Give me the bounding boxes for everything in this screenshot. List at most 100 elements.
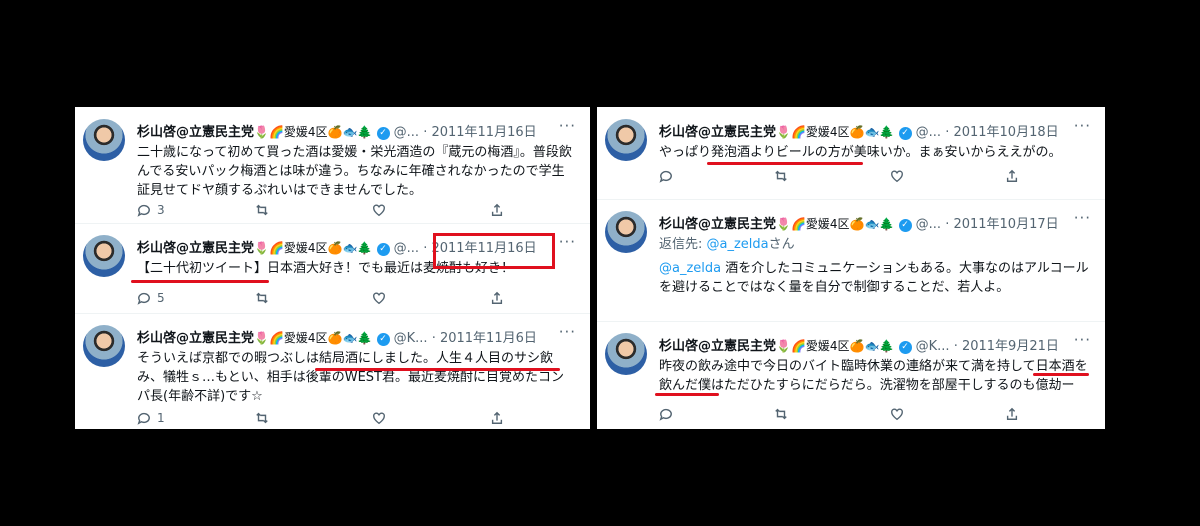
avatar[interactable]	[83, 235, 125, 277]
highlight-underline	[1033, 373, 1089, 376]
reply-to-link[interactable]: @a_zelda	[707, 237, 769, 252]
name-emojis: 🌷🌈愛媛4区🍊🐟🌲	[776, 125, 895, 139]
display-name[interactable]: 杉山啓@立憲民主党	[137, 331, 254, 346]
like-button[interactable]	[890, 407, 930, 421]
more-options-icon[interactable]: ···	[1074, 331, 1091, 349]
name-emojis: 🌷🌈愛媛4区🍊🐟🌲	[254, 331, 373, 345]
share-button[interactable]	[490, 203, 530, 217]
highlight-underline	[655, 393, 719, 396]
reply-suffix: さん	[768, 237, 795, 252]
tweet-text-container: @a_zelda 酒を介したコミュニケーションもある。大事なのはアルコールを避け…	[659, 259, 1091, 297]
more-options-icon[interactable]: ···	[559, 323, 576, 341]
share-icon	[491, 203, 503, 216]
display-name[interactable]: 杉山啓@立憲民主党	[137, 125, 254, 140]
retweet-icon	[255, 292, 268, 304]
verified-badge-icon: ✓	[898, 127, 912, 140]
avatar[interactable]	[83, 325, 125, 367]
user-handle[interactable]: @K...	[916, 339, 950, 354]
tweet-card[interactable]: 杉山啓@立憲民主党🌷🌈愛媛4区🍊🐟🌲 ✓ @K... · 2011年9月21日 …	[597, 321, 1105, 429]
tweet-card[interactable]: 杉山啓@立憲民主党🌷🌈愛媛4区🍊🐟🌲 ✓ @... · 2011年11月16日 …	[75, 223, 590, 314]
tweet-card[interactable]: 杉山啓@立憲民主党🌷🌈愛媛4区🍊🐟🌲 ✓ @... · 2011年10月17日 …	[597, 199, 1105, 322]
tweet-header: 杉山啓@立憲民主党🌷🌈愛媛4区🍊🐟🌲 ✓ @... · 2011年10月17日	[659, 213, 1059, 232]
retweet-button[interactable]	[774, 169, 814, 183]
tweet-card[interactable]: 杉山啓@立憲民主党🌷🌈愛媛4区🍊🐟🌲 ✓ @... · 2011年10月18日 …	[597, 107, 1105, 200]
retweet-button[interactable]	[255, 411, 295, 425]
mention-link[interactable]: @a_zelda	[659, 261, 721, 276]
retweet-button[interactable]	[774, 407, 814, 421]
more-options-icon[interactable]: ···	[1074, 209, 1091, 227]
reply-button[interactable]: 3	[137, 203, 177, 217]
like-button[interactable]	[890, 169, 930, 183]
avatar[interactable]	[83, 119, 125, 161]
reply-count: 5	[157, 291, 165, 305]
more-options-icon[interactable]: ···	[1074, 117, 1091, 135]
display-name[interactable]: 杉山啓@立憲民主党	[659, 125, 776, 140]
tweet-panel-right: 杉山啓@立憲民主党🌷🌈愛媛4区🍊🐟🌲 ✓ @... · 2011年10月18日 …	[597, 107, 1105, 429]
reply-button[interactable]	[659, 169, 699, 183]
tweet-card[interactable]: 杉山啓@立憲民主党🌷🌈愛媛4区🍊🐟🌲 ✓ @... · 2011年11月16日 …	[75, 107, 590, 224]
share-button[interactable]	[490, 411, 530, 425]
like-button[interactable]	[372, 411, 412, 425]
user-handle[interactable]: @K...	[394, 331, 428, 346]
tweet-card[interactable]: 杉山啓@立憲民主党🌷🌈愛媛4区🍊🐟🌲 ✓ @K... · 2011年11月6日 …	[75, 313, 590, 429]
tweet-header: 杉山啓@立憲民主党🌷🌈愛媛4区🍊🐟🌲 ✓ @K... · 2011年9月21日	[659, 335, 1059, 354]
verified-badge-icon: ✓	[898, 219, 912, 232]
tweet-date[interactable]: · 2011年10月18日	[945, 125, 1058, 140]
reply-button[interactable]: 5	[137, 291, 177, 305]
reply-prefix: 返信先:	[659, 237, 707, 252]
tweet-text: 昨夜の飲み途中で今日のバイト臨時休業の連絡が来て満を持して日本酒を飲んだ僕はただ…	[659, 359, 1088, 393]
avatar[interactable]	[605, 119, 647, 161]
more-options-icon[interactable]: ···	[559, 233, 576, 251]
display-name[interactable]: 杉山啓@立憲民主党	[659, 339, 776, 354]
share-button[interactable]	[1005, 169, 1045, 183]
highlight-underline	[315, 368, 560, 371]
user-handle[interactable]: @...	[394, 125, 419, 140]
name-emojis: 🌷🌈愛媛4区🍊🐟🌲	[254, 125, 373, 139]
more-options-icon[interactable]: ···	[559, 117, 576, 135]
reply-count: 3	[157, 203, 165, 217]
tweet-date[interactable]: · 2011年11月6日	[432, 331, 537, 346]
user-handle[interactable]: @...	[916, 125, 941, 140]
name-emojis: 🌷🌈愛媛4区🍊🐟🌲	[776, 217, 895, 231]
reply-icon	[137, 292, 150, 305]
like-button[interactable]	[372, 203, 412, 217]
tweet-actions	[659, 169, 1045, 183]
reply-button[interactable]: 1	[137, 411, 177, 425]
retweet-icon	[255, 204, 268, 216]
heart-icon	[890, 170, 903, 183]
user-handle[interactable]: @...	[394, 241, 419, 256]
heart-icon	[890, 408, 903, 421]
tweet-actions	[659, 407, 1045, 421]
share-icon	[1006, 169, 1018, 182]
retweet-icon	[775, 170, 788, 182]
avatar[interactable]	[605, 211, 647, 253]
share-icon	[491, 291, 503, 304]
avatar[interactable]	[605, 333, 647, 375]
retweet-button[interactable]	[255, 291, 295, 305]
heart-icon	[373, 292, 386, 305]
tweet-text: やっぱり発泡酒よりビールの方が美味いか。まぁ安いからええがの。	[659, 145, 1062, 160]
display-name[interactable]: 杉山啓@立憲民主党	[659, 217, 776, 232]
share-button[interactable]	[1005, 407, 1045, 421]
tweet-date[interactable]: · 2011年9月21日	[954, 339, 1059, 354]
display-name[interactable]: 杉山啓@立憲民主党	[137, 241, 254, 256]
user-handle[interactable]: @...	[916, 217, 941, 232]
tweet-text: そういえば京都での暇つぶしは結局酒にしました。人生４人目のサシ飲み、犠牲ｓ…もと…	[137, 351, 565, 404]
reply-button[interactable]	[659, 407, 699, 421]
heart-icon	[373, 204, 386, 217]
tweet-date[interactable]: · 2011年10月17日	[945, 217, 1058, 232]
reply-icon	[659, 408, 672, 421]
tweet-date[interactable]: · 2011年11月16日	[423, 125, 536, 140]
like-button[interactable]	[372, 291, 412, 305]
reply-context: 返信先: @a_zeldaさん	[659, 235, 1091, 254]
highlight-underline	[707, 162, 863, 165]
reply-count: 1	[157, 411, 165, 425]
share-button[interactable]	[490, 291, 530, 305]
retweet-icon	[775, 408, 788, 420]
tweet-panel-left: 杉山啓@立憲民主党🌷🌈愛媛4区🍊🐟🌲 ✓ @... · 2011年11月16日 …	[75, 107, 590, 429]
highlight-box	[433, 233, 555, 269]
share-icon	[491, 411, 503, 424]
tweet-header: 杉山啓@立憲民主党🌷🌈愛媛4区🍊🐟🌲 ✓ @... · 2011年10月18日	[659, 121, 1059, 140]
retweet-button[interactable]	[255, 203, 295, 217]
name-emojis: 🌷🌈愛媛4区🍊🐟🌲	[776, 339, 895, 353]
